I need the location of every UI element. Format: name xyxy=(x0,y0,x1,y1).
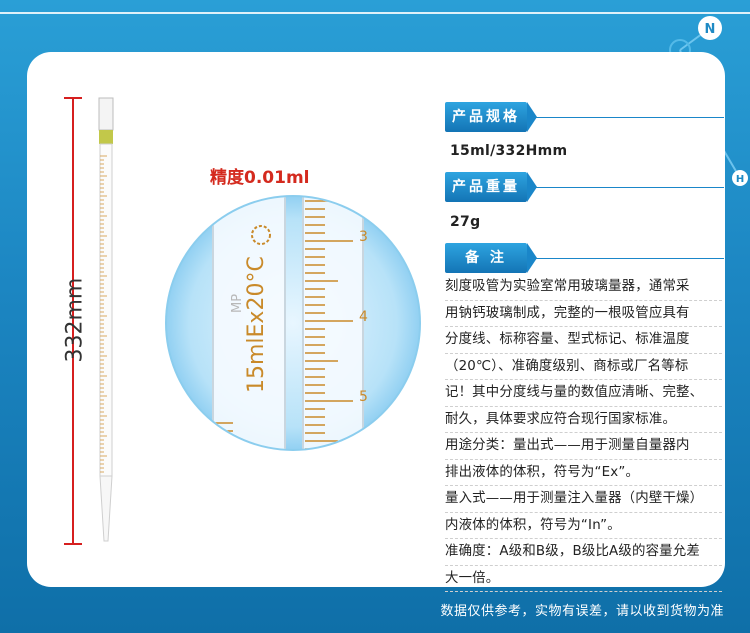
header-divider xyxy=(0,12,750,14)
note-line: 大一倍。 xyxy=(445,566,722,592)
scale-number-5: 5 xyxy=(359,389,368,405)
pipette-image xyxy=(98,97,114,542)
spec-value: 15ml/332Hmm xyxy=(450,143,568,159)
note-title-tag: 备 注 xyxy=(445,243,537,273)
scale-number-3: 3 xyxy=(359,229,368,245)
note-line: 分度线、标称容量、型式标记、标准温度 xyxy=(445,327,722,354)
dimension-top-cap xyxy=(64,97,82,99)
molecule-letter-h: H xyxy=(736,174,744,185)
pipette-zoom-circle: 15mlEx20°C MP 3 4 5 xyxy=(165,195,421,451)
note-line: 耐久，具体要求应符合现行国家标准。 xyxy=(445,407,722,433)
scale-number-4: 4 xyxy=(359,309,368,325)
dimension-bottom-cap xyxy=(64,543,82,545)
note-line: 记！其中分度线与量的数值应清晰、完整、 xyxy=(445,380,722,407)
pipette-capacity-marking: 15mlEx20°C xyxy=(244,256,269,393)
weight-divider xyxy=(527,187,724,188)
molecule-letter-n: N xyxy=(705,22,716,37)
precision-label: 精度0.01ml xyxy=(210,168,310,188)
note-divider xyxy=(527,258,724,259)
note-line: 刻度吸管为实验室常用玻璃量器，通常采 xyxy=(445,274,722,301)
note-line: （20℃）、准确度级别、商标或厂名等标 xyxy=(445,354,722,380)
note-line: 排出液体的体积，符号为“Ex”。 xyxy=(445,460,722,486)
note-line: 准确度：A级和B级，B级比A级的容量允差 xyxy=(445,539,722,566)
notes-section: 刻度吸管为实验室常用玻璃量器，通常采 用钠钙玻璃制成，完整的一根吸管应具有 分度… xyxy=(445,274,722,592)
note-line: 用钠钙玻璃制成，完整的一根吸管应具有 xyxy=(445,301,722,327)
spec-divider xyxy=(527,117,724,118)
note-line: 量入式——用于测量注入量器（内壁干燥） xyxy=(445,486,722,513)
weight-title-tag: 产品重量 xyxy=(445,172,537,202)
footer-disclaimer: 数据仅供参考，实物有误差，请以收到货物为准 xyxy=(440,604,724,619)
note-line: 用途分类：量出式——用于测量自量器内 xyxy=(445,433,722,460)
pipette-brand-marking: MP xyxy=(230,294,245,313)
spec-title-tag: 产品规格 xyxy=(445,102,537,132)
length-label: 332mm xyxy=(62,277,88,363)
note-line: 内液体的体积，符号为“In”。 xyxy=(445,513,722,539)
weight-value: 27g xyxy=(450,214,481,230)
